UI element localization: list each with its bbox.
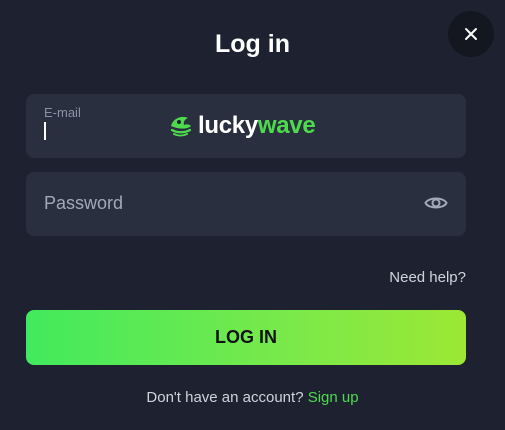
login-button[interactable]: LOG IN: [26, 310, 466, 365]
brand-logo: luckywave: [168, 112, 316, 140]
brand-name-lucky: lucky: [198, 112, 258, 139]
email-label: E-mail: [44, 105, 81, 120]
luckywave-logo-icon: [170, 116, 192, 137]
text-caret: [44, 122, 46, 140]
show-password-toggle[interactable]: [424, 191, 448, 215]
eye-icon: [424, 197, 448, 209]
need-help-link[interactable]: Need help?: [389, 269, 466, 286]
password-field[interactable]: Password: [26, 172, 466, 236]
signup-row: Don't have an account? Sign up: [0, 389, 505, 406]
password-placeholder: Password: [44, 193, 124, 213]
email-field[interactable]: E-mail luckywave: [26, 94, 466, 158]
signup-link[interactable]: Sign up: [308, 389, 359, 406]
brand-name-wave: wave: [257, 112, 316, 139]
page-title: Log in: [215, 30, 290, 58]
signup-prompt: Don't have an account?: [146, 389, 304, 406]
